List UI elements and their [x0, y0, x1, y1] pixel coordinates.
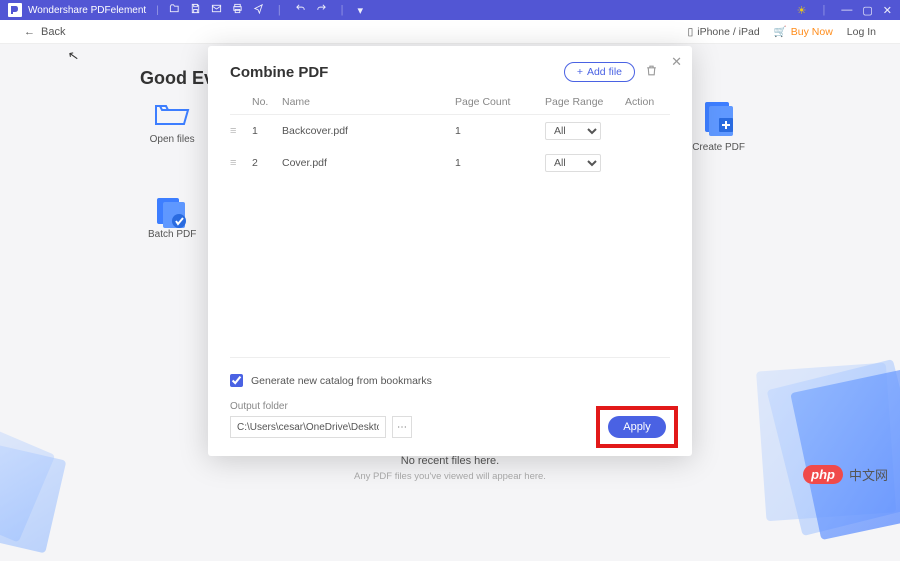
print-icon[interactable]	[232, 3, 243, 17]
iphone-link[interactable]: ▯iPhone / iPad	[687, 26, 759, 38]
page-range-select[interactable]: All	[545, 122, 601, 140]
footer: No recent files here. Any PDF files you'…	[0, 455, 900, 482]
phone-icon: ▯	[687, 26, 693, 38]
theme-icon[interactable]: ☀	[797, 4, 807, 17]
create-pdf-icon	[701, 100, 737, 136]
batch-pdf-icon	[154, 195, 190, 223]
plus-icon: +	[577, 66, 583, 78]
footer-sub: Any PDF files you've viewed will appear …	[0, 471, 900, 482]
batch-pdf-button[interactable]: Batch PDF	[148, 195, 196, 240]
cart-icon: 🛒	[774, 25, 787, 38]
table-row: ≡ 1 Backcover.pdf 1 All	[230, 115, 670, 147]
php-logo-icon: php	[803, 465, 843, 484]
open-file-icon[interactable]	[169, 3, 180, 17]
minimize-icon[interactable]: —	[841, 4, 852, 17]
drag-handle-icon[interactable]: ≡	[230, 157, 252, 169]
modal-close-icon[interactable]: ✕	[671, 54, 682, 70]
toolbar: ← Back ▯iPhone / iPad 🛒Buy Now Log In	[0, 20, 900, 44]
apply-highlight: Apply	[596, 406, 678, 448]
close-icon[interactable]: ✕	[883, 4, 892, 17]
modal-title: Combine PDF	[230, 64, 328, 81]
output-folder-input[interactable]	[230, 416, 386, 438]
mouse-cursor-icon: ↖	[67, 47, 81, 65]
maximize-icon[interactable]: ▢	[862, 4, 872, 17]
table-header: No. Name Page Count Page Range Action	[230, 82, 670, 115]
page-range-select[interactable]: All	[545, 154, 601, 172]
arrow-left-icon: ←	[24, 26, 35, 38]
open-files-button[interactable]: Open files	[148, 100, 196, 145]
trash-icon[interactable]	[645, 64, 658, 80]
apply-button[interactable]: Apply	[608, 416, 666, 438]
back-button[interactable]: ← Back	[24, 26, 65, 38]
decoration-right	[713, 327, 900, 545]
add-file-button[interactable]: +Add file	[564, 62, 635, 82]
mail-icon[interactable]	[211, 3, 222, 17]
save-icon[interactable]	[190, 3, 201, 17]
undo-icon[interactable]	[295, 3, 306, 17]
redo-icon[interactable]	[316, 3, 327, 17]
footer-main: No recent files here.	[0, 455, 900, 467]
checkbox-input[interactable]	[230, 374, 243, 387]
drag-handle-icon[interactable]: ≡	[230, 125, 252, 137]
table-row: ≡ 2 Cover.pdf 1 All	[230, 147, 670, 179]
share-icon[interactable]	[253, 3, 264, 17]
app-logo-icon	[8, 3, 22, 17]
buy-now-link[interactable]: 🛒Buy Now	[774, 25, 833, 38]
titlebar: Wondershare PDFelement | | | ▾ ☀ | — ▢ ✕	[0, 0, 900, 20]
watermark: php 中文网	[803, 465, 888, 484]
combine-pdf-modal: ✕ Combine PDF +Add file No. Name Page Co…	[208, 46, 692, 456]
folder-open-icon	[154, 100, 190, 128]
table-body: ≡ 1 Backcover.pdf 1 All ≡ 2 Cover.pdf 1 …	[230, 115, 670, 357]
dropdown-icon[interactable]: ▾	[358, 4, 364, 17]
generate-catalog-checkbox[interactable]: Generate new catalog from bookmarks	[230, 374, 670, 387]
browse-folder-button[interactable]: ⋯	[392, 416, 412, 438]
create-pdf-button[interactable]: Create PDF	[692, 100, 745, 153]
decoration-left	[0, 413, 93, 560]
login-link[interactable]: Log In	[847, 26, 876, 38]
app-title: Wondershare PDFelement	[28, 5, 146, 16]
